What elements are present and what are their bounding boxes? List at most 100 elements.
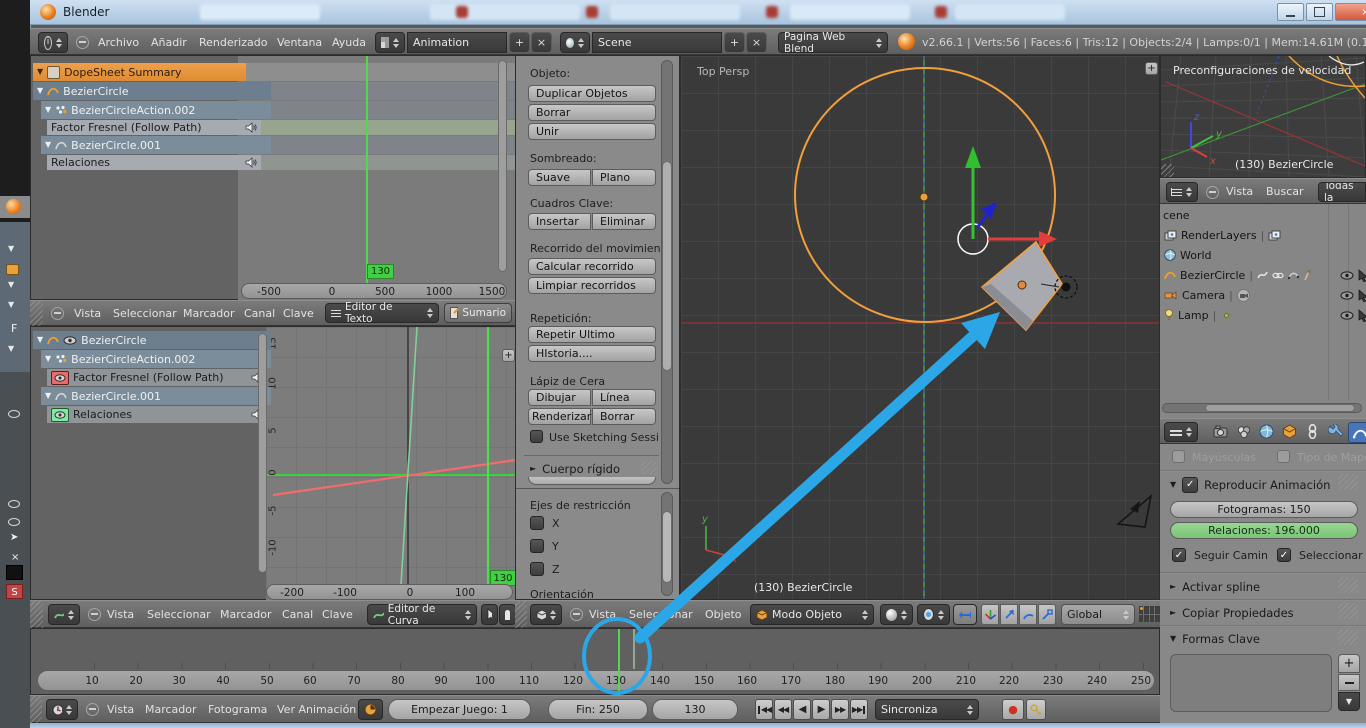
editor-type-button[interactable] (48, 604, 80, 625)
panel-grip[interactable] (1338, 603, 1358, 619)
menu-renderizado[interactable]: Renderizado (199, 36, 267, 49)
delete-button[interactable]: Borrar (528, 104, 656, 121)
add-shape-key-button[interactable]: + (1338, 654, 1360, 673)
panel-grip[interactable] (1338, 629, 1358, 645)
dopesheet-keyframe-area[interactable]: 130 (238, 56, 516, 300)
follow-path-checkbox[interactable]: ✓ (1172, 548, 1186, 562)
menu-marcador[interactable]: Marcador (145, 703, 197, 716)
preview-viewport[interactable]: z y x Preconfiguraciones de velocidad (1… (1160, 55, 1366, 178)
channel-action[interactable]: ▼ BezierCircleAction.002 (41, 350, 271, 368)
expand-icon[interactable]: ▼ (45, 392, 51, 400)
channel-beziercircle[interactable]: ▼ BezierCircle (33, 82, 271, 100)
insert-keyframe-button[interactable]: Insertar (528, 213, 591, 230)
menu-clave[interactable]: Clave (322, 608, 353, 621)
menu-ver-animacion[interactable]: Ver Animación (277, 703, 356, 716)
layer-cell[interactable] (1144, 606, 1148, 614)
render-engine-select[interactable]: Pagina Web Blend (778, 32, 888, 53)
eye-icon[interactable] (1340, 311, 1354, 320)
flat-button[interactable]: Plano (592, 169, 656, 186)
history-button[interactable]: HIstoria.... (528, 345, 656, 362)
collapse-menus-icon[interactable] (86, 703, 99, 716)
expand-icon[interactable]: ▼ (45, 355, 51, 363)
manipulator-toggle-button[interactable] (953, 604, 977, 625)
manipulator-rotate-button[interactable] (1000, 604, 1018, 625)
outliner-hscroll-thumb[interactable] (1205, 404, 1355, 412)
collapse-menus-icon[interactable] (88, 608, 101, 621)
expand-icon[interactable]: ▼ (45, 141, 51, 149)
editor-type-button[interactable] (1166, 182, 1198, 202)
channel-beziercircle-001[interactable]: ▼ BezierCircle.001 (41, 387, 271, 405)
editor-type-button[interactable] (1164, 422, 1198, 442)
channel-beziercircle-001[interactable]: ▼ BezierCircle.001 (41, 136, 271, 154)
tab-constraints[interactable] (1302, 422, 1323, 441)
playback-checkbox[interactable]: ✓ (1182, 477, 1198, 493)
open-panel-plus-button[interactable]: + (502, 349, 515, 362)
screen-layout-field[interactable]: Animation (407, 32, 507, 53)
play-button[interactable]: ▶ (812, 699, 830, 720)
disabled-checkbox[interactable] (1172, 450, 1185, 463)
frames-slider[interactable]: Fotogramas: 150 (1170, 501, 1358, 518)
grease-render-button[interactable]: Renderizar (528, 408, 591, 425)
corner-grip[interactable] (1161, 164, 1174, 177)
visibility-toggle-red[interactable] (51, 371, 69, 385)
layer-cell-active[interactable] (1139, 606, 1143, 614)
menu-vista[interactable]: Vista (107, 608, 134, 621)
menu-buscar[interactable]: Buscar (1266, 185, 1304, 198)
tab-scene[interactable] (1233, 422, 1254, 441)
prev-keyframe-button[interactable]: ◀◀ (774, 699, 792, 720)
axis-z-checkbox[interactable] (530, 562, 544, 576)
playhead-line[interactable] (618, 629, 620, 695)
disabled-checkbox[interactable] (1277, 450, 1290, 463)
cursor-tool-button[interactable] (481, 604, 498, 625)
open-panel-plus-button[interactable]: + (1145, 62, 1158, 75)
repeat-last-button[interactable]: Repetir Ultimo (528, 326, 656, 343)
menu-vista[interactable]: Vista (107, 703, 134, 716)
shading-select[interactable] (880, 604, 913, 625)
manipulator-arc-button[interactable] (1019, 604, 1037, 625)
ghost-curves-button[interactable] (499, 604, 516, 625)
display-filter-select[interactable]: Todas la (1318, 182, 1366, 202)
mute-speaker-icon[interactable] (245, 157, 257, 168)
playback-panel-header[interactable]: ▼ ✓ Reproducir Animación (1170, 477, 1330, 493)
pointer-icon[interactable] (1358, 289, 1366, 302)
minimize-button[interactable] (1277, 3, 1304, 21)
outliner-row-beziercircle[interactable]: BezierCircle | (1162, 266, 1366, 284)
layer-cell[interactable] (1150, 606, 1154, 614)
channel-dopesheet-summary[interactable]: ▼ DopeSheet Summary (33, 63, 246, 81)
rigid-body-panel[interactable]: ► Cuerpo rígido (530, 462, 620, 476)
outliner-row-renderlayers[interactable]: RenderLayers | (1162, 226, 1366, 244)
outliner-row-camera[interactable]: Camera | (1162, 286, 1366, 304)
shape-key-specials-button[interactable]: ▼ (1338, 692, 1360, 711)
pointer-icon[interactable] (1358, 269, 1366, 282)
add-layout-button[interactable]: + (509, 32, 530, 53)
add-scene-button[interactable]: + (724, 32, 745, 53)
menu-clave[interactable]: Clave (283, 307, 314, 320)
layer-cell[interactable] (1150, 615, 1154, 623)
editor-type-button[interactable]: i (38, 32, 68, 53)
pivot-select[interactable] (917, 604, 950, 625)
jump-to-start-button[interactable]: ◀◀ (755, 699, 773, 720)
eye-icon[interactable] (63, 336, 77, 345)
grease-erase-button[interactable]: Borrar (592, 408, 656, 425)
channel-relaciones[interactable]: Relaciones (47, 406, 267, 423)
collapse-menus-icon[interactable] (570, 608, 583, 621)
layer-cell[interactable] (1155, 615, 1159, 623)
panel-grip[interactable] (1338, 577, 1358, 593)
editor-type-button[interactable] (530, 604, 562, 625)
menu-marcador[interactable]: Marcador (183, 307, 235, 320)
menu-vista[interactable]: Vista (1226, 185, 1253, 198)
tab-object-data[interactable] (1348, 422, 1366, 443)
panel-grip[interactable] (641, 461, 657, 475)
expand-icon[interactable]: ▼ (37, 68, 43, 76)
layer-cell[interactable] (1139, 615, 1143, 623)
tab-object[interactable] (1279, 422, 1300, 441)
close-scene-button[interactable]: × (746, 32, 767, 53)
clear-paths-button[interactable]: Limpiar recorridos (528, 277, 656, 294)
smooth-button[interactable]: Suave (528, 169, 591, 186)
sync-select[interactable]: Sincroniza (875, 699, 979, 720)
relations-slider[interactable]: Relaciones: 196.000 (1170, 522, 1358, 539)
corner-grip[interactable] (515, 601, 527, 628)
next-keyframe-button[interactable]: ▶▶ (831, 699, 849, 720)
menu-archivo[interactable]: Archivo (98, 36, 139, 49)
eye-icon[interactable] (1340, 291, 1354, 300)
